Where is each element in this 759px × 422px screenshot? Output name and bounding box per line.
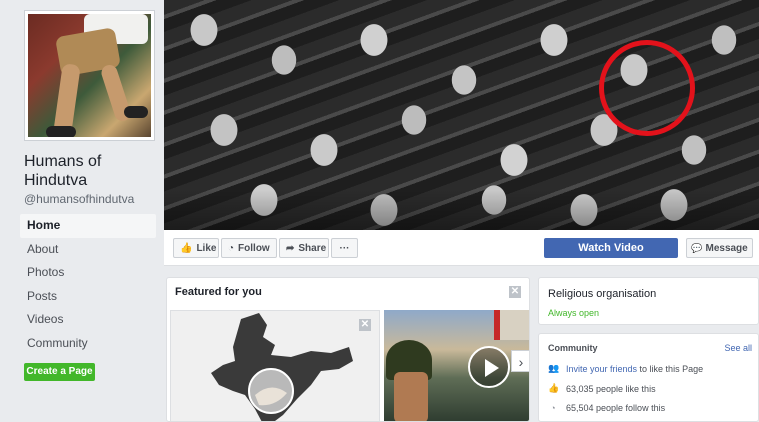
share-arrow-icon: ➦ [286,242,295,254]
invite-row: 👥 Invite your friends to like this Page [548,363,703,374]
sidebar-item-community[interactable]: Community [20,332,156,356]
close-icon[interactable]: ✕ [359,319,371,331]
likes-count: 63,035 people like this [566,383,656,394]
community-card: Community See all 👥 Invite your friends … [538,333,759,422]
messenger-icon: 💬 [691,242,703,253]
thumbs-up-icon: 👍 [548,383,560,393]
featured-title: Featured for you [175,286,262,298]
profile-photo [28,14,151,137]
invite-rest: to like this Page [637,363,704,374]
sidebar-item-about[interactable]: About [20,238,156,262]
like-label: Like [196,242,217,254]
page-action-bar: 👍 Like ◔ Follow ➦ Share ··· Watch Video … [164,230,759,266]
share-label: Share [298,242,327,254]
community-title: Community [548,343,598,353]
featured-item-video[interactable] [384,310,529,421]
about-card: Religious organisation Always open [538,277,759,325]
page-nav: Home About Photos Posts Videos Community [20,214,156,355]
see-all-link[interactable]: See all [724,343,752,353]
featured-section: Featured for you ✕ ✕ › [166,277,530,422]
play-icon[interactable] [468,346,510,388]
sidebar-item-home[interactable]: Home [20,214,156,238]
more-button[interactable]: ··· [331,238,358,258]
close-icon[interactable]: ✕ [509,286,521,298]
highlight-circle [599,40,695,136]
rss-icon: ◔ [228,242,235,254]
create-page-button[interactable]: Create a Page [24,363,95,381]
thumbs-up-icon: 👍 [180,242,193,254]
watch-video-button[interactable]: Watch Video [544,238,678,258]
chevron-right-icon[interactable]: › [511,350,529,372]
follow-button[interactable]: ◔ Follow [221,238,277,258]
message-button[interactable]: 💬 Message [686,238,753,258]
invite-friends-link[interactable]: Invite your friends [566,364,637,374]
like-button[interactable]: 👍 Like [173,238,219,258]
share-button[interactable]: ➦ Share [279,238,329,258]
sidebar-item-videos[interactable]: Videos [20,308,156,332]
people-icon: 👥 [548,363,560,373]
left-sidebar: Humans of Hindutva @humansofhindutva Hom… [0,0,164,422]
page-title[interactable]: Humans of Hindutva [24,152,160,190]
sidebar-item-posts[interactable]: Posts [20,285,156,309]
india-map-image [211,313,353,421]
follow-label: Follow [238,242,270,254]
page-handle[interactable]: @humansofhindutva [24,192,134,206]
profile-picture[interactable] [24,10,155,141]
more-label: ··· [339,242,350,254]
featured-item-map[interactable]: ✕ [170,310,380,421]
page-category[interactable]: Religious organisation [548,288,656,300]
follows-count: 65,504 people follow this [566,403,666,413]
sidebar-item-photos[interactable]: Photos [20,261,156,285]
cover-photo[interactable] [164,0,759,230]
message-label: Message [705,242,748,254]
open-status: Always open [548,308,600,318]
follows-row: ◔ 65,504 people follow this [548,403,665,413]
likes-row: 👍 63,035 people like this [548,383,656,394]
rss-icon: ◔ [550,403,556,413]
